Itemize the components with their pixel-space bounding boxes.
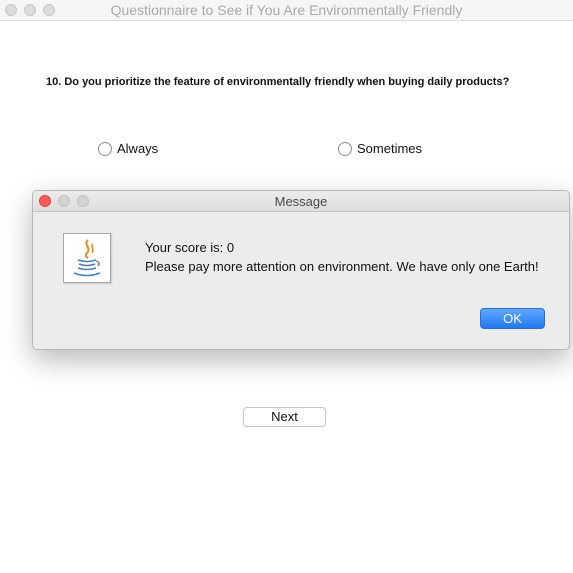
window-title: Questionnaire to See if You Are Environm… xyxy=(110,2,463,18)
main-titlebar: Questionnaire to See if You Are Environm… xyxy=(0,0,573,21)
radio-always[interactable]: Always xyxy=(98,141,158,156)
radio-label-always: Always xyxy=(117,141,159,156)
next-button[interactable]: Next xyxy=(243,407,326,427)
questionnaire-window: Questionnaire to See if You Are Environm… xyxy=(0,0,573,573)
radio-sometimes[interactable]: Sometimes xyxy=(338,141,422,156)
score-message: Your score is: 0 xyxy=(145,240,235,255)
advice-message: Please pay more attention on environment… xyxy=(145,259,539,274)
message-dialog: Message Your score is: 0 Please pay more… xyxy=(32,190,570,350)
dialog-titlebar: Message xyxy=(33,191,569,212)
dialog-title: Message xyxy=(274,194,328,209)
radio-button-icon[interactable] xyxy=(338,141,352,156)
radio-button-icon[interactable] xyxy=(98,141,112,156)
ok-button[interactable]: OK xyxy=(480,308,545,329)
radio-label-sometimes: Sometimes xyxy=(357,141,423,156)
java-cup-icon xyxy=(63,233,111,283)
question-text: 10. Do you prioritize the feature of env… xyxy=(46,76,510,88)
